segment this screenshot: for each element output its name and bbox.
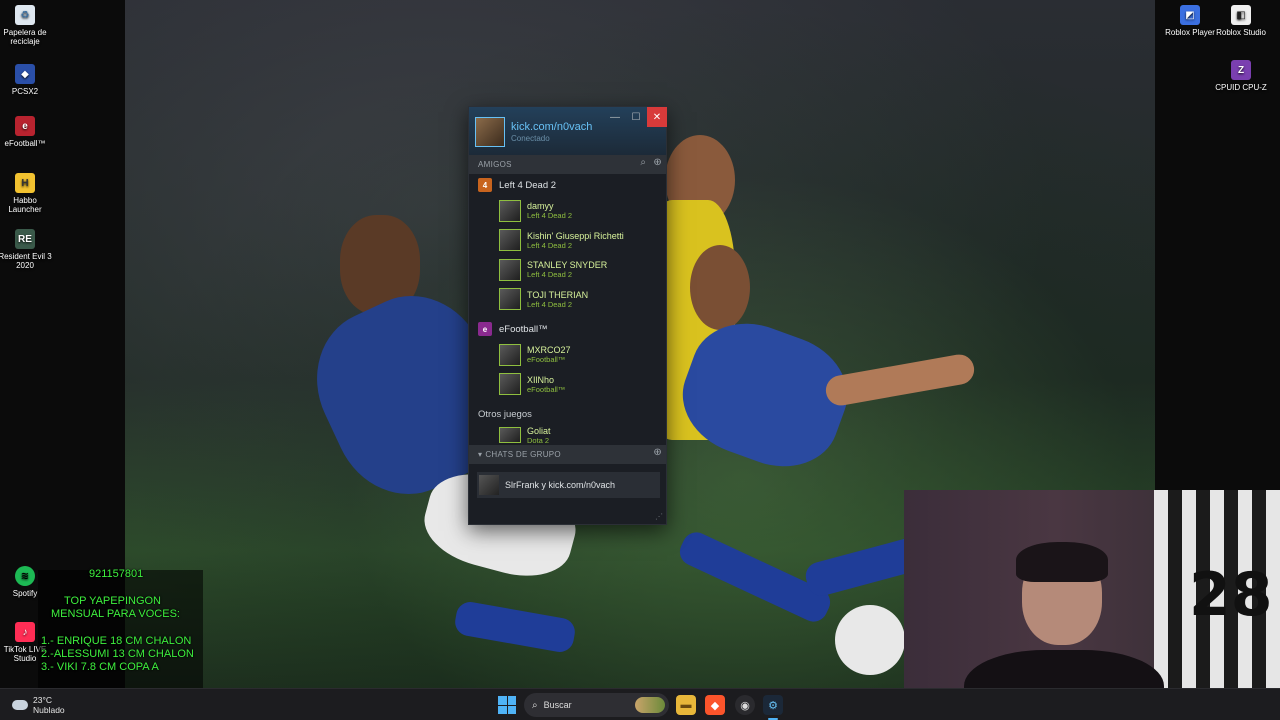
game-group-efootball[interactable]: e eFootball™ [469, 318, 666, 340]
chevron-down-icon: ▾ [478, 450, 483, 459]
player-right-head [690, 245, 750, 330]
weather-condition: Nublado [33, 705, 65, 715]
taskbar: 23°C Nublado ⌕ Buscar ▬ ◆ ◉ ⚙ [0, 688, 1280, 720]
desktop-icon-efootball[interactable]: e eFootball™ [0, 116, 53, 148]
soccer-ball [835, 605, 905, 675]
add-friend-icon[interactable]: ⊕ [653, 157, 662, 168]
desktop-icon-resident-evil[interactable]: RE Resident Evil 3 2020 [0, 229, 53, 270]
windows-logo-icon [507, 705, 516, 714]
desktop-icon-habbo[interactable]: H Habbo Launcher [0, 173, 53, 214]
group-chats-section-header[interactable]: ▾ CHATS DE GRUPO ⊕ [469, 445, 666, 464]
roblox-icon: ◩ [1180, 5, 1200, 25]
friends-section-header[interactable]: AMIGOS ⌕ ⊕ [469, 155, 666, 174]
resident-evil-icon: RE [15, 229, 35, 249]
pcsx2-icon: ◆ [15, 64, 35, 84]
efootball-icon: e [478, 322, 492, 336]
add-group-chat-icon[interactable]: ⊕ [653, 447, 662, 458]
overlay-ranking-3: 3.- VIKI 7.8 CM COPA A [41, 661, 159, 673]
desktop-icon-cpuz[interactable]: Z CPUID CPU-Z [1213, 60, 1269, 92]
cpuz-icon: Z [1231, 60, 1251, 80]
friend-avatar [499, 343, 521, 366]
friend-item[interactable]: damyy Left 4 Dead 2 [469, 196, 666, 226]
spotify-icon: ≋ [15, 566, 35, 586]
webcam-jersey-number: 28 [1189, 560, 1273, 630]
group-chat-item[interactable]: SlrFrank y kick.com/n0vach [477, 472, 660, 498]
overlay-ranking-1: 1.- ENRIQUE 18 CM CHALON [41, 635, 192, 647]
user-status: Conectado [511, 134, 550, 143]
windows-logo-icon [498, 696, 507, 705]
steam-user-header[interactable]: kick.com/n0vach Conectado — ☐ ✕ [469, 107, 667, 155]
desktop-icon-pcsx2[interactable]: ◆ PCSX2 [0, 64, 53, 96]
file-explorer-icon[interactable]: ▬ [676, 695, 696, 715]
start-button[interactable] [498, 696, 516, 714]
friend-avatar [499, 373, 521, 396]
webcam-person-hair [1016, 542, 1108, 582]
desktop-icon-roblox-player[interactable]: ◩ Roblox Player [1162, 5, 1218, 37]
friend-avatar [499, 258, 521, 281]
windows-logo-icon [507, 696, 516, 705]
friend-avatar [499, 199, 521, 222]
brave-browser-icon[interactable]: ◆ [705, 695, 725, 715]
other-games-group[interactable]: Otros juegos [469, 403, 666, 425]
friend-item[interactable]: STANLEY SNYDER Left 4 Dead 2 [469, 255, 666, 285]
search-icon: ⌕ [532, 699, 538, 711]
friend-avatar [499, 427, 521, 443]
overlay-ranking-2: 2.-ALESSUMI 13 CM CHALON [41, 648, 194, 660]
friend-avatar [499, 288, 521, 311]
close-button[interactable]: ✕ [647, 107, 667, 127]
friend-avatar [499, 229, 521, 252]
maximize-icon: ☐ [631, 111, 641, 123]
desktop-icon-roblox-studio[interactable]: ◧ Roblox Studio [1213, 5, 1269, 37]
friend-item[interactable]: Goliat Dota 2 [469, 425, 666, 445]
efootball-icon: e [15, 116, 35, 136]
tiktok-icon: ♪ [15, 622, 35, 642]
webcam-feed: 28 [904, 490, 1280, 720]
friend-item[interactable]: XIlNho eFootball™ [469, 370, 666, 400]
minimize-button[interactable]: — [605, 107, 625, 127]
search-icon[interactable]: ⌕ [640, 157, 646, 168]
user-avatar[interactable] [475, 117, 505, 147]
roblox-studio-icon: ◧ [1231, 5, 1251, 25]
obs-icon[interactable]: ◉ [735, 695, 755, 715]
game-group-left4dead2[interactable]: 4 Left 4 Dead 2 [469, 174, 666, 196]
weather-widget[interactable]: 23°C Nublado [12, 695, 65, 715]
user-name[interactable]: kick.com/n0vach [511, 121, 592, 133]
recycle-bin-icon: ♻ [15, 5, 35, 25]
friend-item[interactable]: MXRCO27 eFootball™ [469, 340, 666, 370]
friend-item[interactable]: TOJI THERIAN Left 4 Dead 2 [469, 285, 666, 315]
player-right-arm [823, 352, 977, 408]
steam-friends-window[interactable]: kick.com/n0vach Conectado — ☐ ✕ AMIGOS ⌕… [468, 106, 667, 525]
left4dead2-icon: 4 [478, 178, 492, 192]
cloud-icon [12, 700, 28, 710]
desktop-icon-recycle-bin[interactable]: ♻ Papelera de reciclaje [0, 5, 53, 46]
search-highlight-icon [635, 697, 665, 713]
search-placeholder: Buscar [543, 700, 572, 710]
group-chats-header-label: CHATS DE GRUPO [485, 450, 561, 459]
overlay-title-line1: TOP YAPEPINGON [64, 595, 161, 607]
close-icon: ✕ [652, 111, 662, 123]
taskbar-search[interactable]: ⌕ Buscar [524, 693, 669, 717]
overlay-title-line2: MENSUAL PARA VOCES: [51, 608, 180, 620]
weather-temperature: 23°C [33, 695, 52, 705]
overlay-phone: 921157801 [89, 568, 144, 580]
windows-logo-icon [498, 705, 507, 714]
resize-grip-icon[interactable]: ⋰ [655, 512, 663, 521]
group-chat-avatar [479, 475, 499, 495]
friends-header-label: AMIGOS [478, 160, 512, 169]
steam-icon[interactable]: ⚙ [763, 695, 783, 715]
friend-item[interactable]: Kishin' Giuseppi Richetti Left 4 Dead 2 [469, 226, 666, 256]
player-sock [452, 599, 578, 655]
minimize-icon: — [610, 111, 620, 123]
maximize-button[interactable]: ☐ [626, 107, 646, 127]
habbo-icon: H [15, 173, 35, 193]
